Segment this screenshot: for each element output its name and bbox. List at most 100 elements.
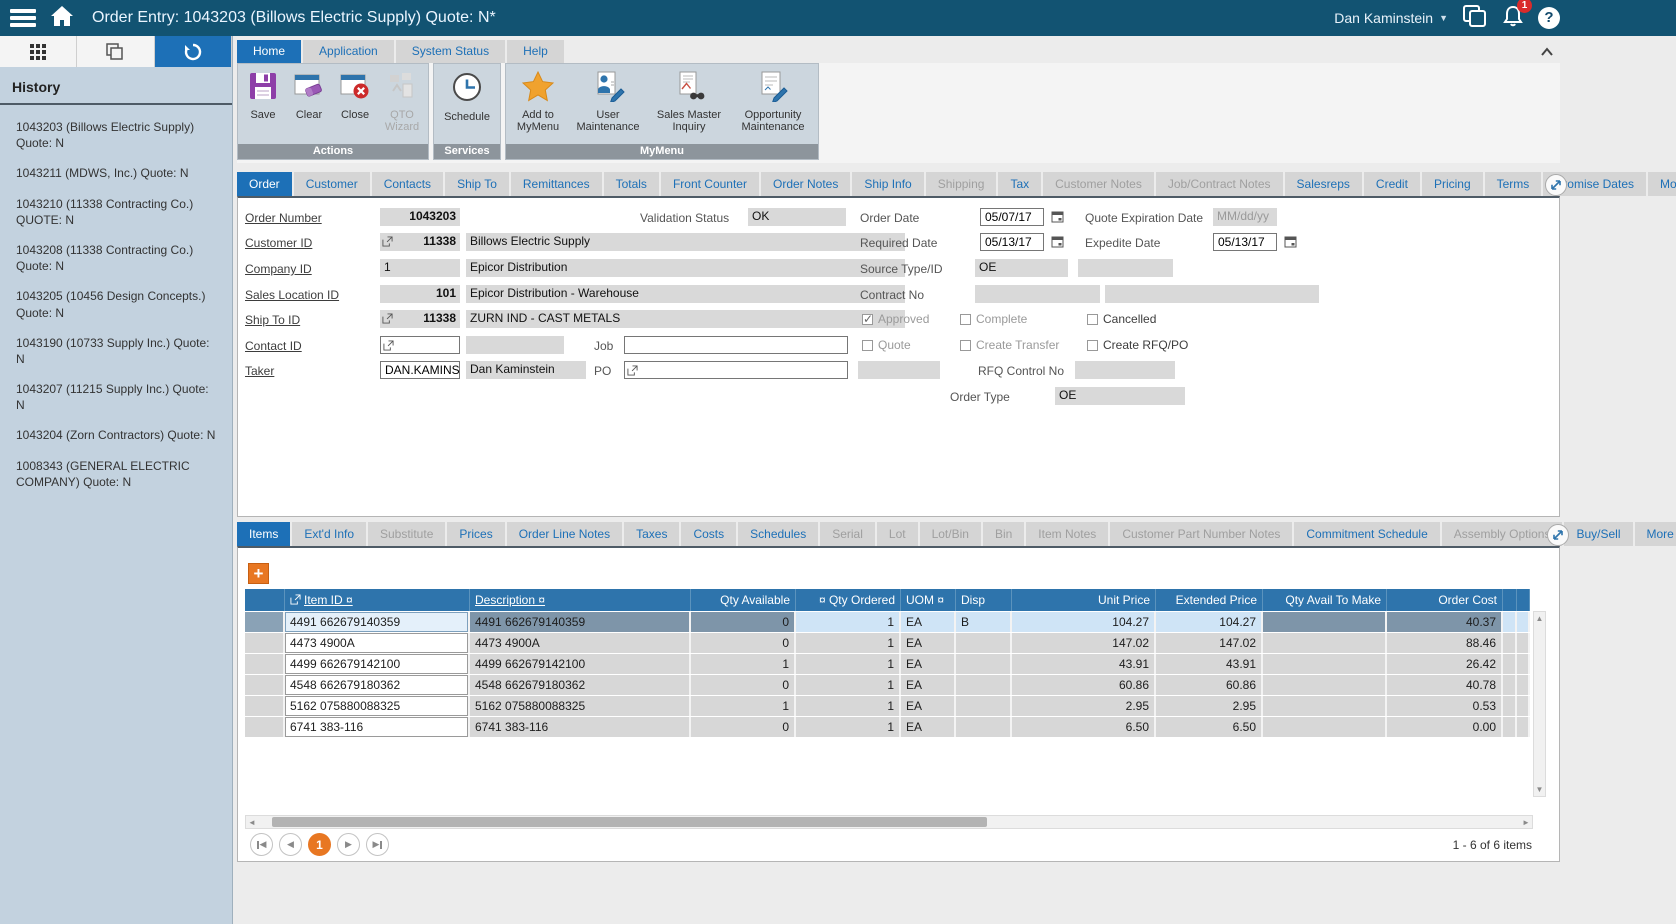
column-header-disp[interactable]: Disp <box>956 589 1012 611</box>
expand-order-panel-icon[interactable] <box>1544 173 1568 202</box>
table-row[interactable]: 4548 6626791803624548 66267918036201EA60… <box>245 675 1530 695</box>
scrollbar-thumb[interactable] <box>272 817 987 827</box>
grid-cell[interactable]: 4499 662679142100 <box>470 654 691 674</box>
column-header-qty-available[interactable]: Qty Available <box>691 589 796 611</box>
grid-cell[interactable] <box>1503 717 1517 737</box>
table-row[interactable]: 4473 4900A4473 4900A01EA147.02147.0288.4… <box>245 633 1530 653</box>
next-page-button[interactable]: ▶ <box>337 833 360 856</box>
grid-cell[interactable]: 1 <box>796 633 901 653</box>
grid-cell[interactable]: EA <box>901 717 956 737</box>
expedite-date-input[interactable]: 05/13/17 <box>1213 233 1277 251</box>
grid-cell[interactable] <box>1263 696 1387 716</box>
opportunity-maintenance-button[interactable]: Opportunity Maintenance <box>730 66 816 144</box>
create-transfer-checkbox[interactable]: Create Transfer <box>960 337 1059 353</box>
table-row[interactable]: 4491 6626791403594491 66267914035901EAB1… <box>245 612 1530 632</box>
current-page-button[interactable]: 1 <box>308 833 331 856</box>
history-item[interactable]: 1008343 (GENERAL ELECTRIC COMPANY) Quote… <box>0 450 232 496</box>
grid-cell[interactable] <box>1263 633 1387 653</box>
required-date-input[interactable]: 05/13/17 <box>980 233 1044 251</box>
ribbon-tab-system-status[interactable]: System Status <box>396 40 505 63</box>
grid-cell[interactable] <box>956 654 1012 674</box>
calendar-icon[interactable] <box>1051 210 1064 228</box>
grid-cell[interactable] <box>1503 633 1517 653</box>
grid-cell[interactable]: 2.95 <box>1156 696 1263 716</box>
grid-cell[interactable] <box>1517 612 1530 632</box>
expand-items-panel-icon[interactable] <box>1546 523 1570 552</box>
tab-totals[interactable]: Totals <box>604 172 659 196</box>
grid-cell[interactable]: EA <box>901 612 956 632</box>
grid-cell[interactable]: 43.91 <box>1156 654 1263 674</box>
grid-cell[interactable] <box>956 633 1012 653</box>
grid-cell[interactable]: 1 <box>796 696 901 716</box>
scroll-up-icon[interactable]: ▲ <box>1536 614 1544 623</box>
grid-cell[interactable] <box>1503 612 1517 632</box>
grid-cell[interactable] <box>245 612 285 632</box>
grid-cell[interactable]: 104.27 <box>1012 612 1156 632</box>
po-input[interactable] <box>624 361 848 379</box>
grid-cell[interactable]: 147.02 <box>1012 633 1156 653</box>
grid-cell[interactable]: 0.53 <box>1387 696 1503 716</box>
column-header-unit-price[interactable]: Unit Price <box>1012 589 1156 611</box>
grid-cell[interactable]: 0 <box>691 633 796 653</box>
history-item[interactable]: 1043205 (10456 Design Concepts.) Quote: … <box>0 280 232 326</box>
grid-cell[interactable]: 0 <box>691 717 796 737</box>
grid-cell[interactable]: B <box>956 612 1012 632</box>
grid-cell[interactable] <box>1517 654 1530 674</box>
column-header-order-cost[interactable]: Order Cost <box>1387 589 1503 611</box>
tab-costs[interactable]: Costs <box>681 522 736 546</box>
column-header-qty-avail-to-make[interactable]: Qty Avail To Make <box>1263 589 1387 611</box>
grid-cell[interactable] <box>956 696 1012 716</box>
grid-cell[interactable]: 4491 662679140359 <box>285 612 470 632</box>
link-out-icon[interactable] <box>383 339 394 354</box>
tab-ext-d-info[interactable]: Ext'd Info <box>292 522 366 546</box>
calendar-icon[interactable] <box>1051 235 1064 253</box>
column-header-item-id-[interactable]: Item ID ¤ <box>285 589 470 611</box>
tab-schedules[interactable]: Schedules <box>738 522 818 546</box>
ribbon-tab-home[interactable]: Home <box>237 40 301 63</box>
job-input[interactable] <box>624 336 848 354</box>
history-item[interactable]: 1043211 (MDWS, Inc.) Quote: N <box>0 157 232 187</box>
tab-commitment-schedule[interactable]: Commitment Schedule <box>1294 522 1439 546</box>
taker-input[interactable]: DAN.KAMINST <box>380 361 460 379</box>
grid-cell[interactable]: 88.46 <box>1387 633 1503 653</box>
create-rfq-po-checkbox[interactable]: Create RFQ/PO <box>1087 337 1188 353</box>
tab-credit[interactable]: Credit <box>1364 172 1420 196</box>
tab-pricing[interactable]: Pricing <box>1422 172 1483 196</box>
grid-horizontal-scrollbar[interactable]: ◄ ► <box>245 815 1533 829</box>
cancelled-checkbox[interactable]: Cancelled <box>1087 311 1156 327</box>
contact-id-input[interactable] <box>380 336 460 354</box>
grid-cell[interactable]: 1 <box>796 717 901 737</box>
table-row[interactable]: 4499 6626791421004499 66267914210011EA43… <box>245 654 1530 674</box>
grid-cell[interactable] <box>1517 633 1530 653</box>
grid-cell[interactable] <box>1263 717 1387 737</box>
hamburger-menu-icon[interactable] <box>10 9 36 27</box>
history-item[interactable]: 1043208 (11338 Contracting Co.) Quote: N <box>0 234 232 280</box>
column-header-extended-price[interactable]: Extended Price <box>1156 589 1263 611</box>
ribbon-collapse-icon[interactable] <box>1538 44 1556 65</box>
link-out-icon[interactable] <box>382 312 393 328</box>
grid-cell[interactable]: 4491 662679140359 <box>470 612 691 632</box>
grid-cell[interactable]: 4499 662679142100 <box>285 654 470 674</box>
grid-cell[interactable] <box>245 675 285 695</box>
help-icon[interactable]: ? <box>1538 7 1560 29</box>
grid-cell[interactable]: 60.86 <box>1156 675 1263 695</box>
grid-cell[interactable] <box>1503 675 1517 695</box>
grid-cell[interactable]: EA <box>901 633 956 653</box>
link-out-icon[interactable] <box>382 235 393 251</box>
grid-cell[interactable]: 0 <box>691 612 796 632</box>
grid-cell[interactable]: 6741 383-116 <box>470 717 691 737</box>
grid-cell[interactable]: 6.50 <box>1156 717 1263 737</box>
tab-order-notes[interactable]: Order Notes <box>761 172 850 196</box>
tab-ship-info[interactable]: Ship Info <box>852 172 923 196</box>
sidebar-tab-menu[interactable] <box>0 36 77 67</box>
tab-terms[interactable]: Terms <box>1485 172 1542 196</box>
user-maintenance-button[interactable]: User Maintenance <box>568 66 648 144</box>
tab-salesreps[interactable]: Salesreps <box>1285 172 1362 196</box>
grid-cell[interactable]: 60.86 <box>1012 675 1156 695</box>
scroll-left-icon[interactable]: ◄ <box>246 818 258 827</box>
grid-cell[interactable]: 147.02 <box>1156 633 1263 653</box>
approved-checkbox[interactable]: Approved <box>862 311 929 327</box>
ribbon-tab-help[interactable]: Help <box>507 40 564 63</box>
history-item[interactable]: 1043207 (11215 Supply Inc.) Quote: N <box>0 373 232 419</box>
grid-cell[interactable] <box>1263 612 1387 632</box>
